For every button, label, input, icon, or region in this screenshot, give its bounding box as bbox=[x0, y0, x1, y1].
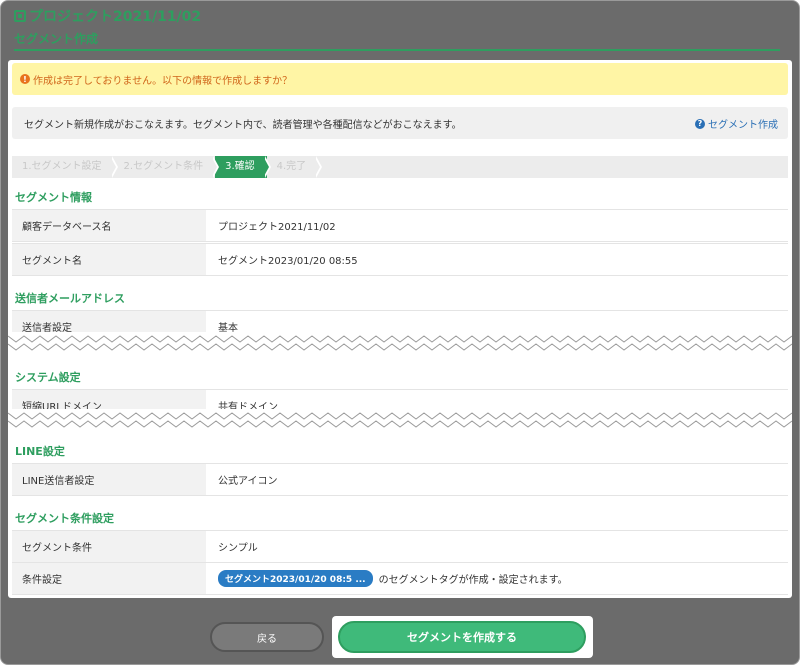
row-label: セグメント条件 bbox=[12, 531, 206, 562]
table-row: セグメント条件 シンプル bbox=[12, 530, 788, 563]
row-label: 顧客データベース名 bbox=[12, 210, 206, 241]
page-header: プロジェクト2021/11/02 セグメント作成 bbox=[10, 0, 790, 60]
progress-steps: 1.セグメント設定 2.セグメント条件 3.確認 4.完了 bbox=[12, 156, 788, 178]
table-row: セグメント名 セグメント2023/01/20 08:55 bbox=[12, 243, 788, 276]
row-value: セグメント2023/01/20 08:55 bbox=[218, 256, 358, 267]
tag-description: のセグメントタグが作成・設定されます。 bbox=[378, 575, 568, 586]
content-break-divider bbox=[8, 409, 792, 431]
row-value: 公式アイコン bbox=[218, 476, 278, 487]
cube-icon bbox=[14, 10, 26, 22]
create-button-highlight: セグメントを作成する bbox=[332, 616, 593, 658]
row-value: セグメント2023/01/20 08:5 ... のセグメントタグが作成・設定さ… bbox=[206, 563, 788, 594]
alert-text: 作成は完了しておりません。以下の情報で作成しますか？ bbox=[33, 75, 293, 87]
row-value: プロジェクト2021/11/02 bbox=[218, 222, 336, 233]
back-button[interactable]: 戻る bbox=[210, 622, 324, 652]
warning-alert: ! 作成は完了しておりません。以下の情報で作成しますか？ bbox=[12, 63, 788, 95]
table-row: LINE送信者設定 公式アイコン bbox=[12, 463, 788, 496]
project-title: プロジェクト2021/11/02 bbox=[14, 6, 201, 26]
description-text: セグメント新規作成がおこなえます。セグメント内で、読者管理や各種配信などがおこな… bbox=[24, 119, 462, 131]
segment-tag-badge: セグメント2023/01/20 08:5 ... bbox=[218, 570, 373, 587]
confirm-panel: ! 作成は完了しておりません。以下の情報で作成しますか？ セグメント新規作成がお… bbox=[8, 60, 792, 598]
page-title: セグメント作成 bbox=[14, 32, 99, 46]
section-title-segment-info: セグメント情報 bbox=[15, 191, 92, 204]
step-2: 2.セグメント条件 bbox=[114, 156, 219, 178]
step-3-current: 3.確認 bbox=[215, 156, 271, 178]
exclamation-icon: ! bbox=[20, 74, 30, 84]
content-break-divider bbox=[8, 332, 792, 354]
create-segment-button[interactable]: セグメントを作成する bbox=[338, 621, 586, 653]
question-icon: ? bbox=[695, 118, 705, 129]
footer-actions: 戻る セグメントを作成する bbox=[0, 600, 800, 665]
section-title-line: LINE設定 bbox=[15, 445, 65, 458]
section-title-system: システム設定 bbox=[15, 371, 81, 384]
row-value: シンプル bbox=[218, 543, 258, 554]
section-title-sender: 送信者メールアドレス bbox=[15, 292, 125, 305]
table-row: 顧客データベース名 プロジェクト2021/11/02 bbox=[12, 209, 788, 242]
row-label: LINE送信者設定 bbox=[12, 464, 206, 495]
section-title-conditions: セグメント条件設定 bbox=[15, 512, 114, 525]
help-link-segment[interactable]: ? セグメント作成 bbox=[695, 116, 778, 131]
step-1: 1.セグメント設定 bbox=[12, 156, 118, 178]
help-link-label: セグメント作成 bbox=[708, 120, 778, 131]
table-row: 条件設定 セグメント2023/01/20 08:5 ... のセグメントタグが作… bbox=[12, 562, 788, 595]
step-4: 4.完了 bbox=[267, 156, 322, 178]
row-label: セグメント名 bbox=[12, 244, 206, 275]
description-box: セグメント新規作成がおこなえます。セグメント内で、読者管理や各種配信などがおこな… bbox=[12, 107, 788, 139]
header-divider bbox=[14, 49, 780, 51]
project-title-text: プロジェクト2021/11/02 bbox=[29, 9, 202, 25]
row-label: 条件設定 bbox=[12, 563, 206, 594]
